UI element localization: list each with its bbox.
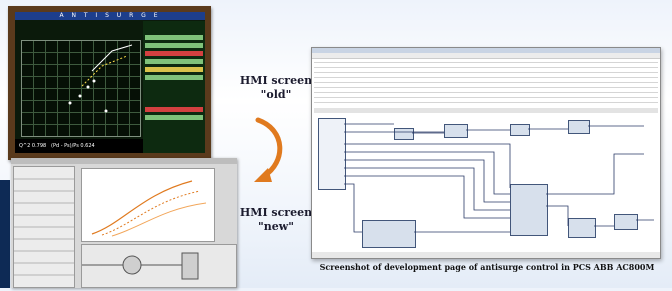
new-screen-sub: "new" [258, 220, 294, 233]
development-page-screenshot [311, 47, 661, 259]
new-screen-label: HMI screen "new" [236, 206, 316, 234]
old-screen-label: HMI screen "old" [236, 74, 316, 102]
old-hmi-screen: A N T I S U R G E Q^2 0.798 (Pd - Ps)/Ps… [15, 12, 205, 153]
old-hmi-status-panel [143, 21, 205, 153]
dev-function-block-diagram [314, 114, 658, 250]
curved-arrow-icon [254, 117, 283, 182]
dev-variable-table [314, 59, 658, 107]
old-hmi-surge-map [21, 40, 141, 137]
new-hmi-screen [11, 158, 237, 288]
old-screen-title: HMI screen [239, 74, 313, 87]
old-hmi-readouts [15, 21, 135, 35]
left-edge-bar [0, 180, 10, 288]
old-hmi-title: A N T I S U R G E [15, 12, 205, 20]
process-diagram-graphic [82, 252, 199, 280]
new-hmi-left-panel [13, 166, 75, 288]
fb-wires [344, 123, 654, 233]
old-hmi-photo: A N T I S U R G E Q^2 0.798 (Pd - Ps)/Ps… [8, 6, 211, 160]
dev-statusbar [312, 252, 660, 258]
new-hmi-compressor-map [81, 168, 215, 242]
new-hmi-process-diagram [81, 244, 237, 288]
surge-curve-graphic [68, 44, 133, 113]
old-hmi-ratio: (Pd - Ps)/Ps 0.624 [51, 143, 95, 149]
figure-caption: Screenshot of development page of antisu… [319, 262, 655, 272]
new-screen-title: HMI screen [239, 206, 313, 219]
old-hmi-q2: Q^2 0.798 [19, 143, 47, 149]
old-screen-sub: "old" [260, 88, 292, 101]
dev-editor-tabs [314, 108, 658, 113]
new-hmi-table-graphic [14, 178, 74, 276]
new-hmi-tabbar [11, 158, 237, 164]
old-hmi-bottom-bar: Q^2 0.798 (Pd - Ps)/Ps 0.624 [15, 139, 143, 153]
new-hmi-curves [91, 180, 207, 237]
